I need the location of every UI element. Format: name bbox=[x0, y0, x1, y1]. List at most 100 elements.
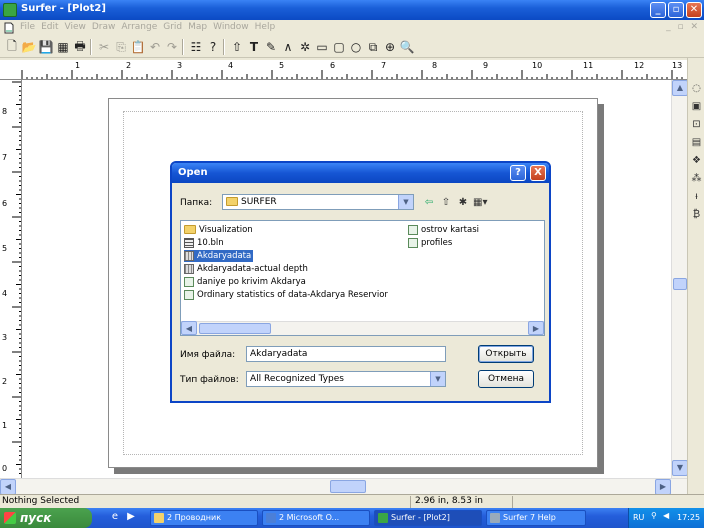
menu-arrange[interactable]: Arrange bbox=[121, 22, 157, 32]
zoom-icon[interactable]: 🔍 bbox=[399, 39, 415, 55]
start-button[interactable]: пуск bbox=[0, 508, 92, 528]
task-microsoft-office[interactable]: 2 Microsoft O... bbox=[262, 510, 370, 526]
cut-icon[interactable]: ✂ bbox=[96, 39, 112, 55]
vertical-scroll-thumb[interactable] bbox=[673, 278, 687, 290]
windows-flag-icon bbox=[4, 512, 16, 524]
shaded-relief-icon[interactable]: ❖ bbox=[690, 154, 703, 167]
paste-icon[interactable]: 📋 bbox=[130, 39, 146, 55]
quicklaunch-ie-icon[interactable]: e bbox=[108, 511, 122, 525]
task-surfer-label: Surfer - [Plot2] bbox=[391, 513, 450, 522]
scroll-left-icon[interactable]: ◀ bbox=[181, 321, 197, 335]
ellipse-tool-icon[interactable]: ○ bbox=[348, 39, 364, 55]
menu-grid[interactable]: Grid bbox=[163, 22, 182, 32]
quicklaunch-media-icon[interactable]: ▶ bbox=[124, 511, 138, 525]
horizontal-scrollbar[interactable]: ◀ ▶ bbox=[0, 478, 687, 495]
task-surfer-plot[interactable]: Surfer - [Plot2] bbox=[374, 510, 482, 526]
file-item-visualization[interactable]: Visualization bbox=[184, 224, 255, 236]
scroll-right-icon[interactable]: ▶ bbox=[528, 321, 544, 335]
cancel-button[interactable]: Отмена bbox=[478, 370, 534, 388]
file-item-akdaryadata-actual-depth[interactable]: Akdaryadata-actual depth bbox=[184, 263, 310, 275]
image-map-icon[interactable]: ▤ bbox=[690, 136, 703, 149]
minimize-button[interactable]: _ bbox=[650, 2, 666, 18]
data-file-icon bbox=[408, 224, 418, 235]
open-button[interactable]: Открыть bbox=[478, 345, 534, 363]
zoom-in-icon[interactable]: ⊕ bbox=[382, 39, 398, 55]
rounded-rectangle-tool-icon[interactable]: ▢ bbox=[331, 39, 347, 55]
title-bar: Surfer - [Plot2] _ ▫ ✕ bbox=[0, 0, 704, 20]
ruler-label-6: 6 bbox=[330, 61, 336, 70]
menu-map[interactable]: Map bbox=[188, 22, 207, 32]
tray-network-icon[interactable]: ⚲ bbox=[651, 511, 657, 520]
context-help-icon[interactable]: ? bbox=[205, 39, 221, 55]
contour-map-icon[interactable]: ◌ bbox=[690, 82, 703, 95]
document-icon bbox=[4, 22, 14, 34]
scroll-down-icon[interactable]: ▼ bbox=[672, 460, 688, 476]
file-list-scrollbar[interactable]: ◀ ▶ bbox=[181, 321, 544, 335]
undo-icon[interactable]: ↶ bbox=[147, 39, 163, 55]
taskbar: пуск e ▶ 2 Проводник 2 Microsoft O... Su… bbox=[0, 508, 704, 528]
wireframe-icon[interactable]: ᵼ bbox=[690, 190, 703, 203]
file-name: profiles bbox=[421, 238, 453, 248]
filetype-select[interactable]: All Recognized Types ▼ bbox=[246, 371, 446, 387]
menu-file[interactable]: File bbox=[20, 22, 35, 32]
open-folder-icon[interactable]: 📂 bbox=[21, 39, 37, 55]
menu-window[interactable]: Window bbox=[213, 22, 249, 32]
select-pointer-icon[interactable]: ⇧ bbox=[229, 39, 245, 55]
chevron-down-icon[interactable]: ▼ bbox=[430, 372, 445, 386]
language-indicator[interactable]: RU bbox=[633, 513, 644, 522]
data-file-icon bbox=[408, 237, 418, 248]
vector-map-icon[interactable]: ⁂ bbox=[690, 172, 703, 185]
scroll-left-icon[interactable]: ◀ bbox=[0, 479, 16, 495]
redo-icon[interactable]: ↷ bbox=[164, 39, 180, 55]
menu-help[interactable]: Help bbox=[255, 22, 276, 32]
task-surfer-help[interactable]: Surfer 7 Help bbox=[486, 510, 586, 526]
file-item-profiles[interactable]: profiles bbox=[408, 237, 454, 249]
rectangle-tool-icon[interactable]: ▭ bbox=[314, 39, 330, 55]
polyline-tool-icon[interactable]: ∧ bbox=[280, 39, 296, 55]
save-icon[interactable]: 💾 bbox=[38, 39, 54, 55]
polygon-tool-icon[interactable]: ✎ bbox=[263, 39, 279, 55]
scroll-up-icon[interactable]: ▲ bbox=[672, 80, 688, 96]
file-item-daniye[interactable]: daniye po krivim Akdarya bbox=[184, 276, 308, 288]
file-item-akdaryadata[interactable]: Akdaryadata bbox=[184, 250, 254, 262]
clock[interactable]: 17:25 bbox=[677, 513, 700, 522]
text-tool-icon[interactable]: T bbox=[246, 39, 262, 55]
dialog-close-button[interactable]: X bbox=[530, 165, 546, 181]
new-document-icon[interactable]: 🗋 bbox=[4, 39, 20, 55]
post-map-icon[interactable]: ⊡ bbox=[690, 118, 703, 131]
maximize-button[interactable]: ▫ bbox=[668, 2, 684, 18]
base-map-icon[interactable]: ▣ bbox=[690, 100, 703, 113]
file-list-scroll-thumb[interactable] bbox=[199, 323, 271, 334]
file-item-10-bln[interactable]: 10.bln bbox=[184, 237, 226, 249]
file-list[interactable]: Visualization 10.bln Akdaryadata Akdarya… bbox=[180, 220, 545, 336]
reshape-tool-icon[interactable]: ⧉ bbox=[365, 39, 381, 55]
menu-view[interactable]: View bbox=[65, 22, 86, 32]
data-file-icon bbox=[184, 276, 194, 287]
symbol-tool-icon[interactable]: ✲ bbox=[297, 39, 313, 55]
dialog-help-button[interactable]: ? bbox=[510, 165, 526, 181]
filename-input[interactable]: Akdaryadata bbox=[246, 346, 446, 362]
worksheet-icon[interactable]: ▦ bbox=[55, 39, 71, 55]
copy-icon[interactable]: ⎘ bbox=[113, 39, 129, 55]
up-folder-icon[interactable]: ⇧ bbox=[439, 196, 453, 210]
task-explorer[interactable]: 2 Проводник bbox=[150, 510, 258, 526]
object-manager-icon[interactable]: ☷ bbox=[188, 39, 204, 55]
tray-volume-icon[interactable]: ◀ bbox=[663, 511, 669, 520]
look-in-combo[interactable]: SURFER ▼ bbox=[222, 194, 414, 210]
new-folder-icon[interactable]: ✱ bbox=[456, 196, 470, 210]
scroll-right-icon[interactable]: ▶ bbox=[655, 479, 671, 495]
menu-draw[interactable]: Draw bbox=[92, 22, 116, 32]
file-item-ostrov-kartasi[interactable]: ostrov kartasi bbox=[408, 224, 481, 236]
close-button[interactable]: ✕ bbox=[686, 2, 702, 18]
file-item-ordinary-statistics[interactable]: Ordinary statistics of data-Akdarya Rese… bbox=[184, 289, 390, 301]
chevron-down-icon[interactable]: ▼ bbox=[398, 195, 413, 209]
surface-map-icon[interactable]: ₿ bbox=[690, 208, 703, 221]
menu-edit[interactable]: Edit bbox=[41, 22, 58, 32]
horizontal-scroll-thumb[interactable] bbox=[330, 480, 366, 493]
print-icon[interactable]: 🖶 bbox=[72, 39, 88, 55]
mdi-window-buttons[interactable]: _ ▫ ✕ bbox=[666, 22, 700, 32]
ruler-label-4: 4 bbox=[228, 61, 234, 70]
view-menu-icon[interactable]: ▦▾ bbox=[473, 196, 487, 210]
vertical-scrollbar[interactable]: ▲ ▼ bbox=[671, 80, 688, 478]
back-arrow-icon[interactable]: ⇦ bbox=[422, 196, 436, 210]
